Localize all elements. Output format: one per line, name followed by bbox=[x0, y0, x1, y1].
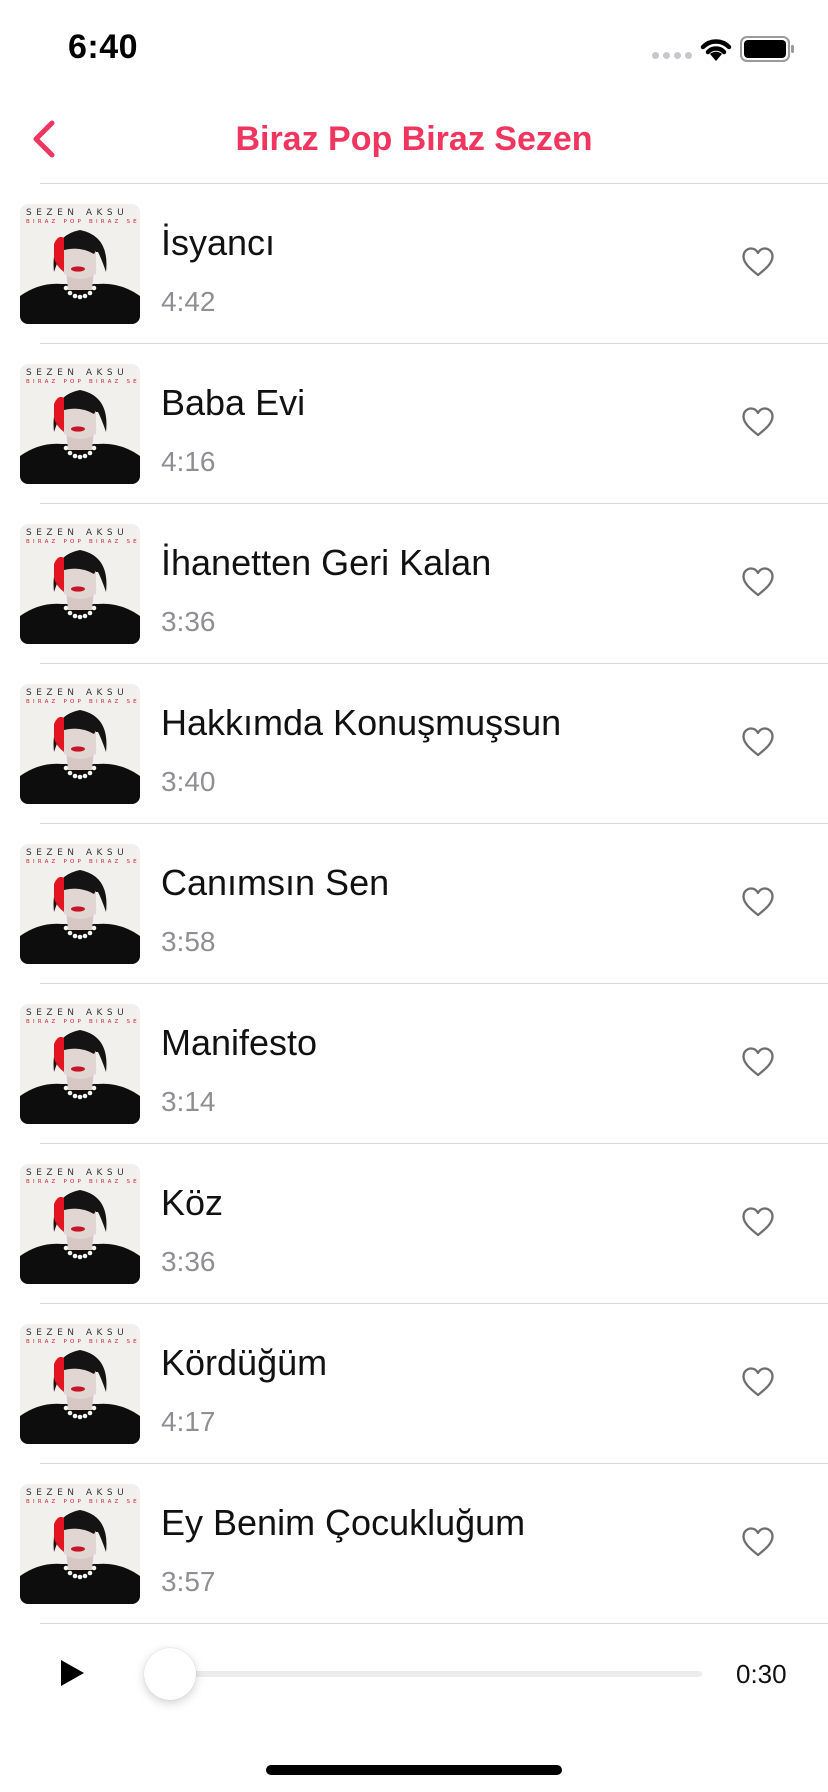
cover-artist-text: SEZEN AKSU bbox=[26, 1328, 128, 1338]
track-list: SEZEN AKSU BIRAZ POP BIRAZ SEZEN İsyancı… bbox=[0, 184, 828, 1624]
track-duration: 4:16 bbox=[161, 446, 216, 477]
heart-icon bbox=[742, 1367, 774, 1397]
cover-album-text: BIRAZ POP BIRAZ SEZEN bbox=[26, 219, 140, 225]
track-duration: 4:17 bbox=[161, 1406, 216, 1437]
cover-album-text: BIRAZ POP BIRAZ SEZEN bbox=[26, 699, 140, 705]
track-row[interactable]: SEZEN AKSU BIRAZ POP BIRAZ SEZEN Baba Ev… bbox=[0, 344, 828, 504]
like-button[interactable] bbox=[736, 1040, 780, 1084]
cover-album-text: BIRAZ POP BIRAZ SEZEN bbox=[26, 1019, 140, 1025]
cover-artist-text: SEZEN AKSU bbox=[26, 368, 128, 378]
track-row[interactable]: SEZEN AKSU BIRAZ POP BIRAZ SEZEN Kördüğü… bbox=[0, 1304, 828, 1464]
album-cover: SEZEN AKSU BIRAZ POP BIRAZ SEZEN bbox=[20, 844, 140, 964]
album-cover: SEZEN AKSU BIRAZ POP BIRAZ SEZEN bbox=[20, 684, 140, 804]
track-row[interactable]: SEZEN AKSU BIRAZ POP BIRAZ SEZEN İsyancı… bbox=[0, 184, 828, 344]
heart-icon bbox=[742, 727, 774, 757]
album-cover: SEZEN AKSU BIRAZ POP BIRAZ SEZEN bbox=[20, 1164, 140, 1284]
play-button[interactable] bbox=[52, 1653, 92, 1693]
wifi-icon bbox=[700, 39, 732, 61]
track-duration: 3:36 bbox=[161, 1246, 216, 1277]
like-button[interactable] bbox=[736, 880, 780, 924]
cover-album-text: BIRAZ POP BIRAZ SEZEN bbox=[26, 379, 140, 385]
like-button[interactable] bbox=[736, 1360, 780, 1404]
track-title: İsyancı bbox=[161, 222, 276, 263]
cover-artist-text: SEZEN AKSU bbox=[26, 528, 128, 538]
heart-icon bbox=[742, 887, 774, 917]
heart-icon bbox=[742, 407, 774, 437]
track-duration: 3:14 bbox=[161, 1086, 216, 1117]
heart-icon bbox=[742, 1527, 774, 1557]
heart-icon bbox=[742, 567, 774, 597]
track-title: İhanetten Geri Kalan bbox=[161, 542, 492, 583]
cover-album-text: BIRAZ POP BIRAZ SEZEN bbox=[26, 1499, 140, 1505]
track-duration: 3:40 bbox=[161, 766, 216, 797]
cover-album-text: BIRAZ POP BIRAZ SEZEN bbox=[26, 1339, 140, 1345]
like-button[interactable] bbox=[736, 1520, 780, 1564]
track-duration: 3:57 bbox=[161, 1566, 216, 1597]
like-button[interactable] bbox=[736, 240, 780, 284]
battery-icon bbox=[740, 36, 794, 62]
track-row[interactable]: SEZEN AKSU BIRAZ POP BIRAZ SEZEN Manifes… bbox=[0, 984, 828, 1144]
status-time: 6:40 bbox=[68, 28, 139, 66]
track-row[interactable]: SEZEN AKSU BIRAZ POP BIRAZ SEZEN Ey Beni… bbox=[0, 1464, 828, 1624]
play-icon bbox=[61, 1660, 84, 1686]
album-cover: SEZEN AKSU BIRAZ POP BIRAZ SEZEN bbox=[20, 1484, 140, 1604]
like-button[interactable] bbox=[736, 400, 780, 444]
album-cover: SEZEN AKSU BIRAZ POP BIRAZ SEZEN bbox=[20, 1324, 140, 1444]
album-cover: SEZEN AKSU BIRAZ POP BIRAZ SEZEN bbox=[20, 1004, 140, 1124]
track-title: Hakkımda Konuşmuşsun bbox=[161, 702, 562, 743]
track-duration: 4:42 bbox=[161, 286, 216, 317]
track-row[interactable]: SEZEN AKSU BIRAZ POP BIRAZ SEZEN Canımsı… bbox=[0, 824, 828, 984]
track-title: Köz bbox=[161, 1182, 224, 1223]
cellular-signal-icon bbox=[652, 52, 692, 59]
heart-icon bbox=[742, 247, 774, 277]
slider-thumb[interactable] bbox=[144, 1648, 196, 1700]
cover-artist-text: SEZEN AKSU bbox=[26, 1488, 128, 1498]
status-bar: 6:40 bbox=[0, 0, 828, 96]
mini-player: 0:30 bbox=[0, 1623, 828, 1723]
track-row[interactable]: SEZEN AKSU BIRAZ POP BIRAZ SEZEN Hakkımd… bbox=[0, 664, 828, 824]
track-title: Canımsın Sen bbox=[161, 862, 390, 903]
cover-artist-text: SEZEN AKSU bbox=[26, 688, 128, 698]
page-title: Biraz Pop Biraz Sezen bbox=[235, 120, 593, 158]
like-button[interactable] bbox=[736, 1200, 780, 1244]
playback-time: 0:30 bbox=[736, 1659, 787, 1689]
progress-slider[interactable] bbox=[144, 1648, 702, 1700]
track-duration: 3:58 bbox=[161, 926, 216, 957]
navigation-bar: Biraz Pop Biraz Sezen bbox=[0, 96, 828, 184]
home-indicator bbox=[266, 1765, 562, 1775]
cover-album-text: BIRAZ POP BIRAZ SEZEN bbox=[26, 539, 140, 545]
heart-icon bbox=[742, 1047, 774, 1077]
track-title: Baba Evi bbox=[161, 382, 306, 423]
cover-album-text: BIRAZ POP BIRAZ SEZEN bbox=[26, 859, 140, 865]
track-row[interactable]: SEZEN AKSU BIRAZ POP BIRAZ SEZEN Köz 3:3… bbox=[0, 1144, 828, 1304]
track-title: Ey Benim Çocukluğum bbox=[161, 1502, 526, 1543]
track-title: Manifesto bbox=[161, 1022, 318, 1063]
like-button[interactable] bbox=[736, 560, 780, 604]
track-duration: 3:36 bbox=[161, 606, 216, 637]
cover-album-text: BIRAZ POP BIRAZ SEZEN bbox=[26, 1179, 140, 1185]
album-cover: SEZEN AKSU BIRAZ POP BIRAZ SEZEN bbox=[20, 364, 140, 484]
cover-artist-text: SEZEN AKSU bbox=[26, 208, 128, 218]
heart-icon bbox=[742, 1207, 774, 1237]
track-row[interactable]: SEZEN AKSU BIRAZ POP BIRAZ SEZEN İhanett… bbox=[0, 504, 828, 664]
track-title: Kördüğüm bbox=[161, 1342, 328, 1383]
like-button[interactable] bbox=[736, 720, 780, 764]
cover-artist-text: SEZEN AKSU bbox=[26, 1168, 128, 1178]
cover-artist-text: SEZEN AKSU bbox=[26, 1008, 128, 1018]
album-cover: SEZEN AKSU BIRAZ POP BIRAZ SEZEN bbox=[20, 524, 140, 644]
cover-artist-text: SEZEN AKSU bbox=[26, 848, 128, 858]
album-cover: SEZEN AKSU BIRAZ POP BIRAZ SEZEN bbox=[20, 204, 140, 324]
